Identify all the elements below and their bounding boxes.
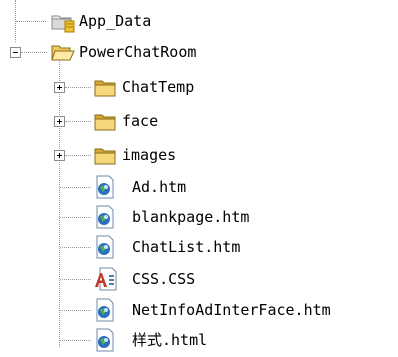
- tree-item-app-data[interactable]: App_Data: [0, 6, 398, 36]
- tree-connector: [60, 279, 91, 280]
- folder-icon: [94, 76, 116, 98]
- tree-item-face[interactable]: face: [0, 106, 398, 136]
- expand-toggle[interactable]: [54, 116, 65, 127]
- html-file-icon: [94, 298, 116, 322]
- tree-connector: [21, 52, 47, 53]
- tree-item-label: CSS.CSS: [132, 270, 196, 288]
- tree-item-chattemp[interactable]: ChatTemp: [0, 72, 398, 102]
- tree-item-label: PowerChatRoom: [79, 43, 197, 61]
- css-file-icon: [94, 267, 117, 291]
- tree-item-label: face: [122, 112, 159, 130]
- tree-item-blankpage-htm[interactable]: blankpage.htm: [0, 202, 398, 232]
- tree-item-ad-htm[interactable]: Ad.htm: [0, 172, 398, 202]
- tree-item-label: ChatList.htm: [132, 238, 241, 256]
- tree-item-chatlist-htm[interactable]: ChatList.htm: [0, 232, 398, 262]
- tree-connector: [60, 247, 91, 248]
- tree-item-css-css[interactable]: CSS.CSS: [0, 264, 398, 294]
- html-file-icon: [94, 205, 116, 229]
- tree-item-style-html[interactable]: 样式.html: [0, 325, 398, 355]
- html-file-icon: [94, 235, 116, 259]
- tree-connector: [60, 187, 91, 188]
- tree-item-label: images: [122, 146, 177, 164]
- expand-toggle[interactable]: [54, 150, 65, 161]
- tree-item-label: NetInfoAdInterFace.htm: [132, 301, 331, 319]
- folder-icon: [94, 110, 116, 132]
- html-file-icon: [94, 175, 116, 199]
- tree-item-images[interactable]: images: [0, 140, 398, 170]
- tree-connector: [65, 87, 91, 88]
- folder-icon: [94, 144, 116, 166]
- tree-connector: [60, 217, 91, 218]
- open-folder-icon: [51, 41, 75, 63]
- tree-connector: [60, 310, 91, 311]
- file-tree: App_Data PowerChatRoom ChatTemp face ima…: [0, 0, 398, 357]
- tree-connector: [65, 121, 91, 122]
- special-folder-icon: [51, 10, 75, 33]
- tree-item-powerchatroom[interactable]: PowerChatRoom: [0, 37, 398, 67]
- tree-item-label: Ad.htm: [132, 178, 187, 196]
- tree-connector: [60, 340, 91, 341]
- collapse-toggle[interactable]: [10, 47, 21, 58]
- tree-item-label: App_Data: [79, 12, 152, 30]
- tree-item-netinfoadinterface-htm[interactable]: NetInfoAdInterFace.htm: [0, 295, 398, 325]
- html-file-icon: [94, 328, 116, 352]
- tree-item-label: blankpage.htm: [132, 208, 250, 226]
- tree-item-label: ChatTemp: [122, 78, 195, 96]
- tree-item-label: 样式.html: [132, 331, 208, 349]
- tree-connector: [65, 155, 91, 156]
- expand-toggle[interactable]: [54, 82, 65, 93]
